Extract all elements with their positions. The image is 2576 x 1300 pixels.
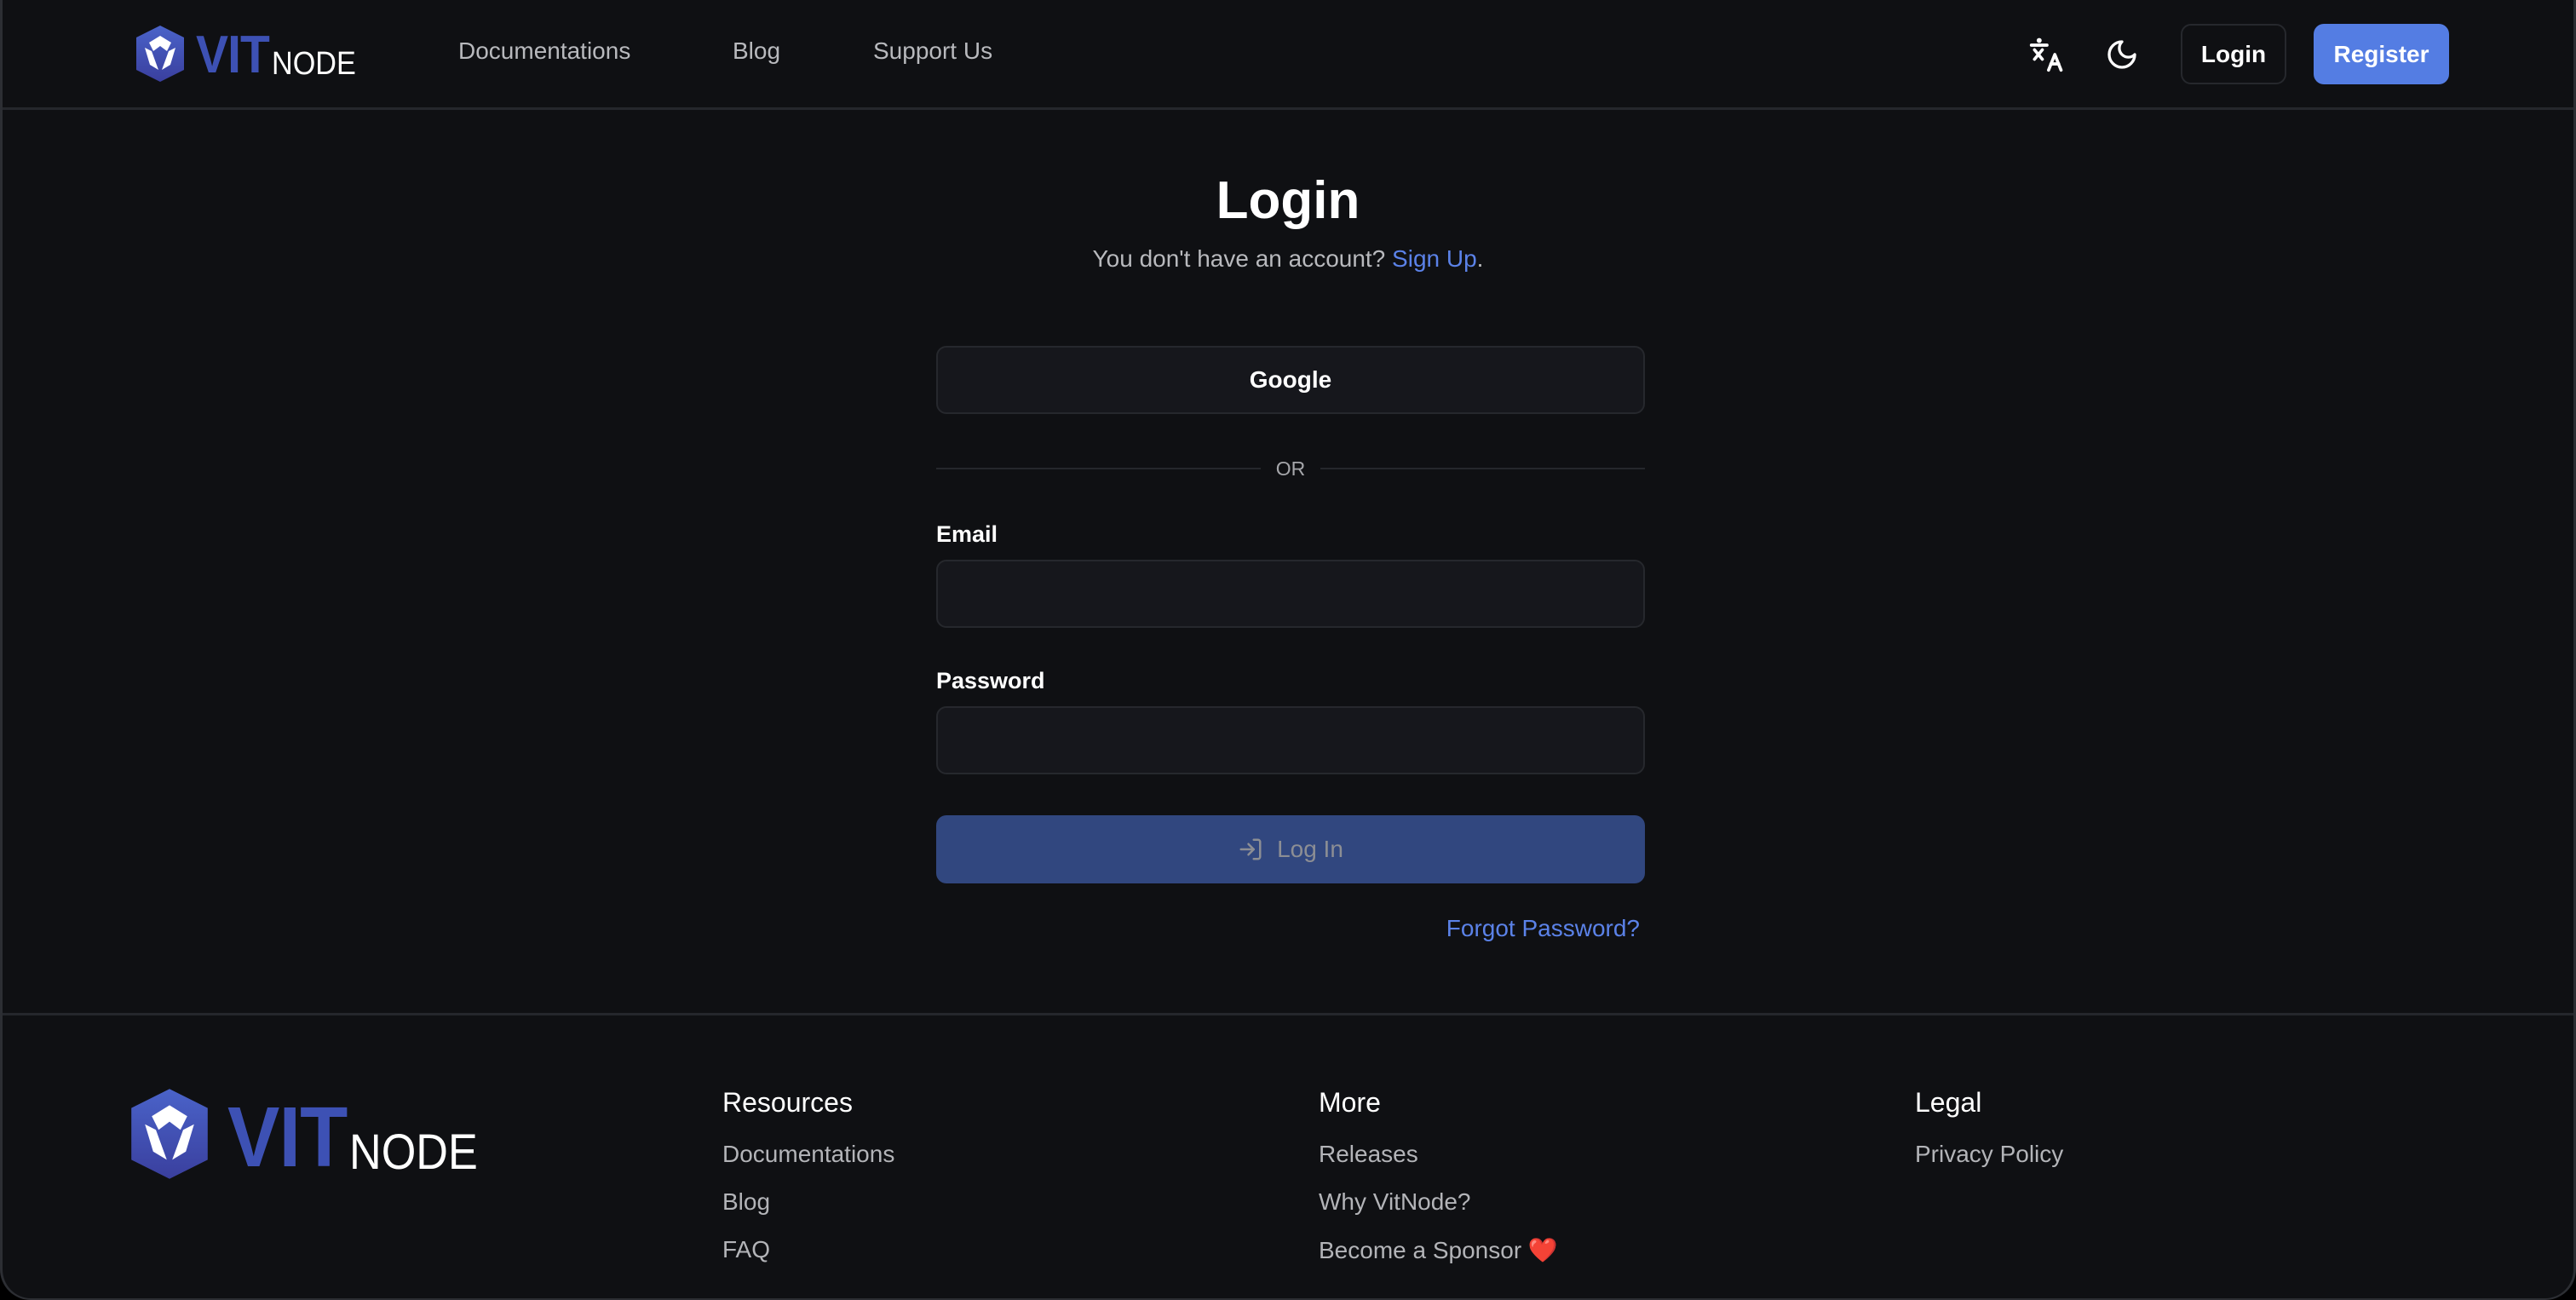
footer-heading: Legal	[1915, 1087, 1982, 1118]
password-field[interactable]	[936, 706, 1645, 774]
nav-support-us[interactable]: Support Us	[873, 37, 992, 65]
footer-column-more: More Releases Why VitNode? Become a Spon…	[1319, 1087, 1558, 1285]
signup-link[interactable]: Sign Up	[1392, 245, 1477, 272]
footer-link-why-vitnode[interactable]: Why VitNode?	[1319, 1188, 1558, 1216]
sponsor-link-text: Become a Sponsor	[1319, 1237, 1522, 1263]
footer-link-faq[interactable]: FAQ	[722, 1236, 894, 1263]
top-navbar: VIT NODE Documentations Blog Support Us …	[3, 0, 2573, 110]
footer-link-privacy-policy[interactable]: Privacy Policy	[1915, 1141, 2063, 1168]
signup-prompt-text: You don't have an account?	[1092, 245, 1386, 272]
footer-link-blog[interactable]: Blog	[722, 1188, 894, 1216]
email-field[interactable]	[936, 560, 1645, 628]
footer-heading: More	[1319, 1087, 1381, 1118]
forgot-password-link[interactable]: Forgot Password?	[1446, 915, 1640, 942]
footer-logo[interactable]: VIT NODE	[129, 1088, 492, 1180]
footer-column-legal: Legal Privacy Policy	[1915, 1087, 2063, 1188]
header-register-button[interactable]: Register	[2314, 24, 2449, 84]
moon-icon	[2107, 40, 2136, 69]
log-in-button[interactable]: Log In	[936, 815, 1645, 883]
signup-prompt-period: .	[1476, 245, 1484, 272]
footer-heading: Resources	[722, 1087, 853, 1118]
footer-link-become-sponsor[interactable]: Become a Sponsor ❤️	[1319, 1236, 1558, 1264]
vitnode-logo-icon	[136, 26, 184, 82]
divider-line-right	[1320, 468, 1645, 469]
language-button[interactable]	[2027, 34, 2067, 75]
footer-column-resources: Resources Documentations Blog FAQ	[722, 1087, 894, 1284]
logo-text-vit: VIT	[227, 1090, 348, 1185]
footer-link-documentations[interactable]: Documentations	[722, 1141, 894, 1168]
logo-text-vit: VIT	[196, 26, 270, 84]
log-in-label: Log In	[1277, 836, 1343, 862]
log-in-icon	[1239, 838, 1262, 860]
email-label: Email	[936, 521, 998, 547]
footer: VIT NODE Resources Documentations Blog F…	[3, 1013, 2573, 1298]
nav-documentations[interactable]: Documentations	[458, 37, 630, 65]
header-logo[interactable]: VIT NODE	[135, 26, 365, 82]
password-label: Password	[936, 668, 1045, 693]
theme-toggle-button[interactable]	[2102, 34, 2142, 75]
page-title: Login	[1216, 171, 1360, 230]
logo-text-node: NODE	[272, 46, 357, 82]
footer-link-releases[interactable]: Releases	[1319, 1141, 1558, 1168]
or-text: OR	[1275, 457, 1306, 480]
header-login-button[interactable]: Login	[2181, 24, 2286, 84]
signup-prompt: You don't have an account? Sign Up.	[3, 245, 2573, 273]
translate-icon	[2029, 37, 2063, 72]
nav-blog[interactable]: Blog	[733, 37, 780, 65]
vitnode-logo-icon	[131, 1089, 208, 1179]
logo-text-node: NODE	[348, 1125, 478, 1180]
or-divider: OR	[936, 457, 1645, 480]
divider-line-left	[936, 468, 1261, 469]
heart-icon: ❤️	[1527, 1237, 1558, 1263]
google-login-button[interactable]: Google	[936, 346, 1645, 414]
browser-window: VIT NODE Documentations Blog Support Us …	[0, 0, 2576, 1300]
